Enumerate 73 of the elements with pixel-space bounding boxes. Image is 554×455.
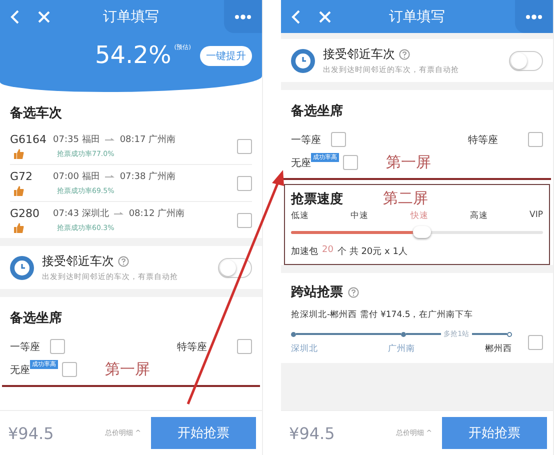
section-heading: 跨站抢票 <box>291 284 344 301</box>
help-icon[interactable] <box>348 286 360 298</box>
checkbox[interactable] <box>331 132 346 147</box>
speed-slider[interactable] <box>291 225 543 239</box>
window-title: 订单填写 <box>103 8 159 26</box>
start-button[interactable]: 开始抢票 <box>151 417 256 449</box>
annotation-text: 第一屏 <box>386 153 432 172</box>
arrive-time: 08:12 广州南 <box>128 208 185 220</box>
speed-option[interactable]: 低速 <box>291 210 310 222</box>
nearby-title: 接受邻近车次 <box>323 46 396 63</box>
annotation-text: 第一屏 <box>105 360 150 379</box>
train-number: G72 <box>10 170 34 183</box>
close-icon[interactable] <box>38 10 50 22</box>
thumbs-up-icon <box>14 186 24 196</box>
help-icon[interactable] <box>118 256 129 267</box>
boost-button[interactable]: 一键提升 <box>200 46 252 66</box>
back-icon[interactable] <box>291 10 302 24</box>
speed-option[interactable]: 快速 <box>410 210 428 222</box>
seat-label: 一等座 <box>10 340 41 354</box>
thumbs-up-icon <box>14 223 24 233</box>
back-icon[interactable] <box>10 10 20 24</box>
checkbox[interactable] <box>62 362 77 377</box>
cross-station-summary: 抢深圳北-郴州西 需付 ¥174.5，在广州南下车 <box>291 309 474 321</box>
seat-label: 无座 <box>291 156 312 170</box>
thumbs-up-icon <box>14 149 24 159</box>
total-price: ¥94.5 <box>289 424 335 442</box>
toggle-switch[interactable] <box>218 258 252 278</box>
checkbox[interactable] <box>237 339 252 354</box>
slider-handle[interactable] <box>413 226 432 238</box>
help-icon[interactable] <box>399 49 410 60</box>
start-button[interactable]: 开始抢票 <box>442 417 547 449</box>
close-icon[interactable] <box>319 10 332 22</box>
section-heading: 备选坐席 <box>10 310 63 328</box>
section-heading: 抢票速度 <box>291 190 344 208</box>
checkbox[interactable] <box>237 212 252 228</box>
pack-count: 20 <box>322 245 334 257</box>
depart-time: 07:43 深圳北 <box>53 208 109 220</box>
annotation-text: 第二屏 <box>383 189 428 208</box>
pack-label: 加速包 <box>291 246 318 258</box>
seat-label: 特等座 <box>468 134 499 146</box>
clock-icon <box>291 48 316 72</box>
checkbox[interactable] <box>528 334 543 350</box>
more-icon[interactable] <box>224 0 262 33</box>
seat-label: 特等座 <box>177 340 208 354</box>
arrive-time: 07:38 广州南 <box>120 170 176 183</box>
speed-option[interactable]: 高速 <box>470 210 488 222</box>
section-heading: 备选车次 <box>10 104 63 123</box>
window-title: 订单填写 <box>389 8 445 26</box>
station-name: 深圳北 <box>291 343 318 355</box>
depart-time: 07:35 福田 <box>53 134 100 146</box>
checkbox[interactable] <box>237 176 252 190</box>
nearby-title: 接受邻近车次 <box>42 253 114 270</box>
speed-option[interactable]: VIP <box>530 210 543 222</box>
clock-icon <box>10 256 34 280</box>
station-name: 郴州西 <box>484 343 512 355</box>
arrive-time: 08:17 广州南 <box>120 134 176 146</box>
more-icon[interactable] <box>515 0 553 33</box>
checkbox[interactable] <box>343 155 358 170</box>
checkbox[interactable] <box>237 138 252 154</box>
success-rate: 54.2% <box>95 41 172 69</box>
train-number: G6164 <box>10 133 48 146</box>
seat-label: 无座 <box>10 364 30 376</box>
checkbox[interactable] <box>528 132 543 147</box>
train-number: G280 <box>10 207 41 220</box>
speed-option[interactable]: 中速 <box>350 210 369 222</box>
checkbox[interactable] <box>50 339 65 354</box>
total-price: ¥94.5 <box>8 424 54 442</box>
depart-time: 07:00 福田 <box>53 170 100 183</box>
seat-label: 一等座 <box>291 134 322 146</box>
section-heading: 备选坐席 <box>291 102 344 121</box>
pack-total: 个 共 20元 x 1人 <box>337 246 408 258</box>
toggle-switch[interactable] <box>509 50 543 70</box>
station-name: 广州南 <box>388 343 415 355</box>
